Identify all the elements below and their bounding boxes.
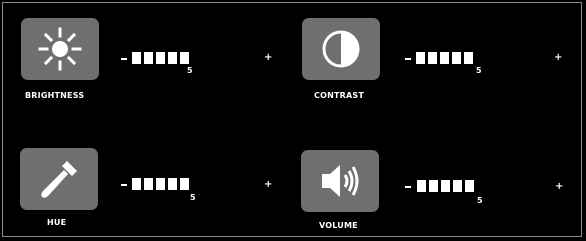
volume-level-bars[interactable]: [417, 180, 474, 192]
volume-value: 5: [477, 196, 483, 205]
contrast-increase-button[interactable]: +: [554, 53, 562, 63]
hue-level-bars[interactable]: [132, 178, 189, 190]
contrast-label: CONTRAST: [314, 91, 364, 100]
hue-increase-button[interactable]: +: [264, 180, 272, 190]
level-bar: [453, 180, 462, 192]
level-bar: [429, 180, 438, 192]
level-bar: [144, 178, 153, 190]
level-bar: [441, 180, 450, 192]
volume-control: VOLUME 5 +: [0, 0, 563, 230]
hue-label: HUE: [47, 218, 67, 227]
level-bar: [168, 178, 177, 190]
level-bar: [440, 52, 449, 64]
level-bar: [416, 52, 425, 64]
volume-label: VOLUME: [319, 221, 358, 230]
level-bar: [452, 52, 461, 64]
level-bar: [156, 178, 165, 190]
level-bar: [417, 180, 426, 192]
level-bar: [428, 52, 437, 64]
contrast-level-bars[interactable]: [416, 52, 473, 64]
volume-button[interactable]: [301, 150, 379, 212]
dropper-icon: [41, 161, 77, 198]
level-bar: [465, 180, 474, 192]
hue-value: 5: [190, 193, 196, 202]
level-bar: [132, 178, 141, 190]
hue-decrease-button[interactable]: [121, 184, 127, 186]
speaker-icon: [322, 165, 359, 197]
contrast-value: 5: [476, 66, 482, 75]
level-bar: [180, 178, 189, 190]
contrast-icon: [322, 30, 360, 68]
volume-decrease-button[interactable]: [405, 186, 411, 188]
contrast-decrease-button[interactable]: [405, 58, 411, 60]
volume-increase-button[interactable]: +: [555, 182, 563, 192]
hue-button[interactable]: [20, 148, 98, 210]
level-bar: [464, 52, 473, 64]
contrast-button[interactable]: [302, 18, 380, 80]
